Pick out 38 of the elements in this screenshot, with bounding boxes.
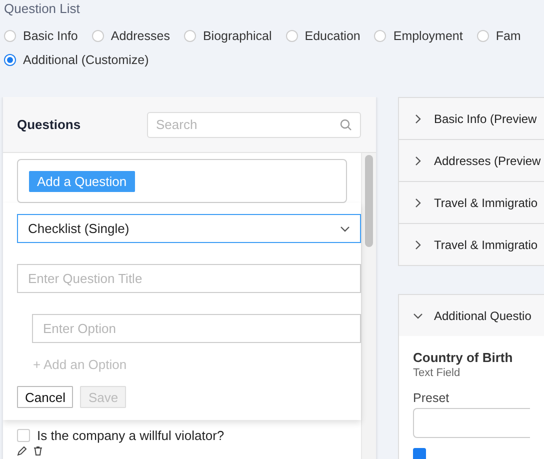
radio-button[interactable] [286, 30, 298, 42]
radio-label[interactable]: Fam [496, 29, 521, 43]
accordion-header[interactable]: Additional Questio [399, 295, 544, 336]
radio-button[interactable] [476, 30, 489, 42]
accordion-header[interactable]: Addresses (Preview [399, 139, 544, 181]
search-icon [340, 118, 352, 130]
pencil-icon[interactable] [17, 446, 27, 456]
search-field[interactable]: Search [147, 112, 361, 138]
trash-icon[interactable] [33, 446, 43, 456]
radio-label[interactable]: Employment [393, 29, 463, 43]
section-title: Question List [4, 0, 81, 16]
question-type: Text Field [413, 367, 462, 379]
radio-button[interactable] [184, 30, 196, 42]
radio-button[interactable] [4, 30, 16, 42]
scrollbar-thumb[interactable] [365, 155, 374, 247]
editor-button[interactable]: Cancel [17, 386, 74, 408]
option-field[interactable]: Enter Option [32, 314, 362, 343]
chevron-icon [340, 224, 350, 234]
radio-label[interactable]: Biographical [202, 29, 272, 43]
accordion-header[interactable]: Basic Info (Preview [399, 98, 544, 139]
checkbox[interactable] [413, 448, 426, 459]
accordion-header[interactable]: Travel & Immigratio [399, 223, 544, 265]
question-title-field[interactable]: Enter Question Title [17, 264, 362, 293]
radio-label[interactable]: Education [304, 29, 360, 43]
radio-button[interactable] [92, 30, 104, 42]
preset-field[interactable] [413, 408, 530, 438]
question-title: Country of Birth [413, 350, 514, 365]
radio-button[interactable] [4, 54, 16, 66]
question-type-select[interactable]: Checklist (Single) [17, 214, 362, 243]
accordion-header[interactable]: Travel & Immigratio [399, 181, 544, 223]
radio-label[interactable]: Additional (Customize) [23, 53, 149, 67]
radio-label[interactable]: Addresses [110, 29, 170, 43]
checkbox[interactable] [17, 429, 30, 442]
radio-label[interactable]: Basic Info [23, 29, 78, 43]
panel-title: Questions [17, 117, 81, 132]
question-text: Is the company a willful violator? [37, 428, 224, 443]
field-label: Preset [413, 391, 450, 405]
radio-button[interactable] [374, 30, 386, 42]
